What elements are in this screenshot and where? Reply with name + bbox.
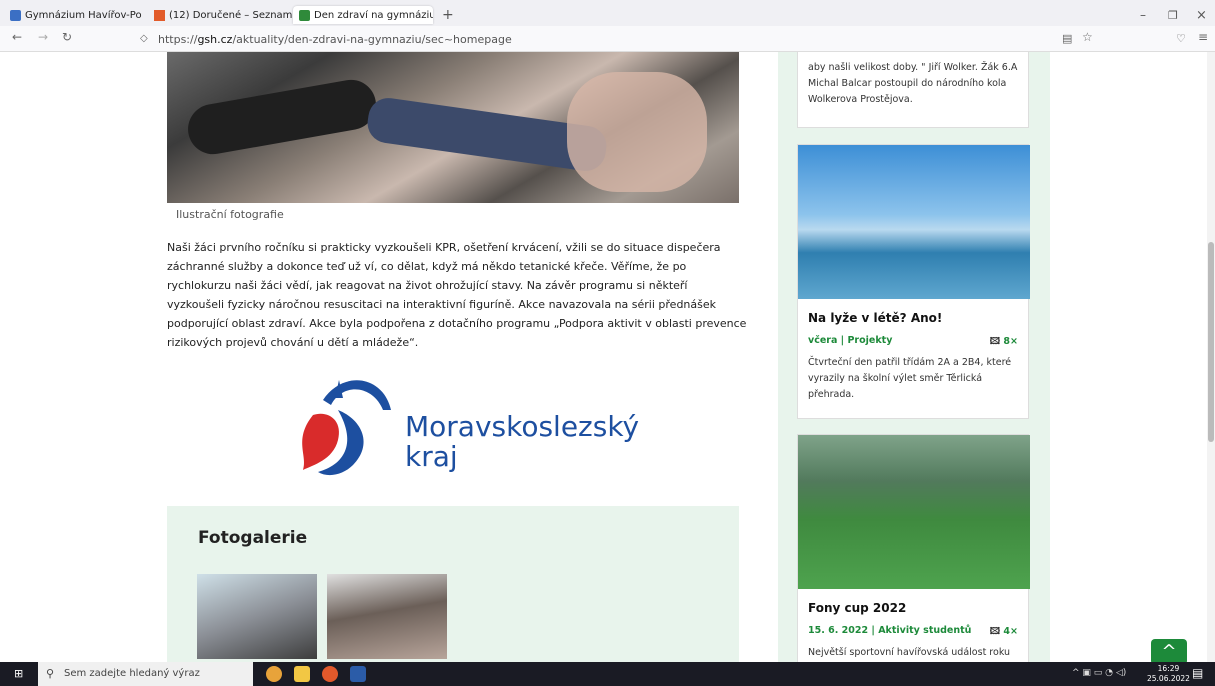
menu-icon[interactable]: ≡ [1198,30,1208,44]
card-meta: včera | Projekty [808,335,893,346]
window-close-button[interactable]: × [1196,6,1207,24]
navigation-bar: ← → ↻ ◇ https://gsh.cz/aktuality/den-zdr… [0,26,1215,52]
gallery-icon: 🖾 [989,336,1001,347]
maximize-button[interactable]: ❐ [1168,6,1178,24]
file-explorer-icon[interactable] [294,666,310,682]
new-tab-button[interactable]: + [442,6,454,24]
tab-den-zdravi[interactable]: Den zdraví na gymnáziu × [293,6,433,24]
site-favicon-icon [299,9,310,21]
card-image [798,435,1030,589]
word-icon[interactable] [350,666,366,682]
shield-icon[interactable]: ◇ [140,33,148,44]
reload-icon[interactable]: ↻ [62,30,72,44]
photo-count: 🖾 8× [989,336,1018,347]
logo-text-line1: Moravskoslezský [405,410,640,443]
card-title: Fony cup 2022 [808,601,907,615]
gallery-thumbnail[interactable] [327,574,447,659]
tab-bar: Gymnázium Havířov-Po × (12) Doručené – S… [0,0,1215,26]
news-card[interactable]: Fony cup 2022 15. 6. 2022 | Aktivity stu… [797,434,1030,662]
gallery-thumbnail[interactable] [197,574,317,659]
back-arrow-icon[interactable]: ← [12,30,22,44]
article-photo [167,52,739,203]
card-excerpt: aby našli velikost doby. " Jiří Wolker. … [808,62,1018,105]
pocket-icon[interactable]: ♡ [1176,32,1186,45]
region-emblem-icon [302,380,391,476]
taskbar: ⊞ ⚲ Sem zadejte hledaný výraz ^ ▣ ▭ ◔ ◁)… [0,662,1215,686]
gallery-icon: 🖾 [989,626,1001,637]
system-tray-icons[interactable]: ^ ▣ ▭ ◔ ◁) [1072,668,1126,678]
photo-count: 🖾 4× [989,626,1018,637]
scrollbar[interactable] [1207,52,1215,662]
firefox-icon[interactable] [322,666,338,682]
windows-start-icon[interactable]: ⊞ [14,667,23,680]
search-icon: ⚲ [46,667,55,680]
news-card-previous[interactable]: aby našli velikost doby. " Jiří Wolker. … [797,52,1029,128]
logo-text-line2: kraj [405,440,458,473]
moravskoslezsky-kraj-logo: Moravskoslezský kraj [283,370,643,480]
address-bar[interactable]: https://gsh.cz/aktuality/den-zdravi-na-g… [158,33,512,46]
clock[interactable]: 16:29 25.06.2022 [1147,664,1190,684]
reader-view-icon[interactable]: ▤ [1062,32,1072,45]
news-card[interactable]: Na lyže v létě? Ano! včera | Projekty 🖾 … [797,144,1030,419]
tab-gymnazium[interactable]: Gymnázium Havířov-Po × [10,6,148,24]
web-page: Ilustrační fotografie Naši žáci prvního … [0,52,1215,662]
card-image [798,145,1030,299]
photo-gallery: Fotogalerie [167,506,739,662]
gallery-title: Fotogalerie [198,528,308,548]
seznam-favicon-icon [154,9,165,21]
site-favicon-icon [10,9,21,21]
tab-seznam-mail[interactable]: (12) Doručené – Seznam × [154,6,292,24]
taskbar-search[interactable]: ⚲ Sem zadejte hledaný výraz [38,662,253,686]
photo-caption: Ilustrační fotografie [176,208,284,221]
article-body: Naši žáci prvního ročníku si prakticky v… [167,241,747,349]
card-excerpt: Čtvrteční den patřil třídám 2A a 2B4, kt… [808,357,1012,400]
forward-arrow-icon[interactable]: → [38,30,48,44]
bookmark-star-icon[interactable]: ☆ [1082,30,1093,44]
chrome-icon[interactable] [266,666,282,682]
card-title: Na lyže v létě? Ano! [808,311,943,325]
card-meta: 15. 6. 2022 | Aktivity studentů [808,625,972,636]
minimize-button[interactable]: – [1140,6,1146,24]
notification-icon[interactable]: ▤ [1192,666,1203,680]
card-excerpt: Největší sportovní havířovská událost ro… [808,647,1011,658]
